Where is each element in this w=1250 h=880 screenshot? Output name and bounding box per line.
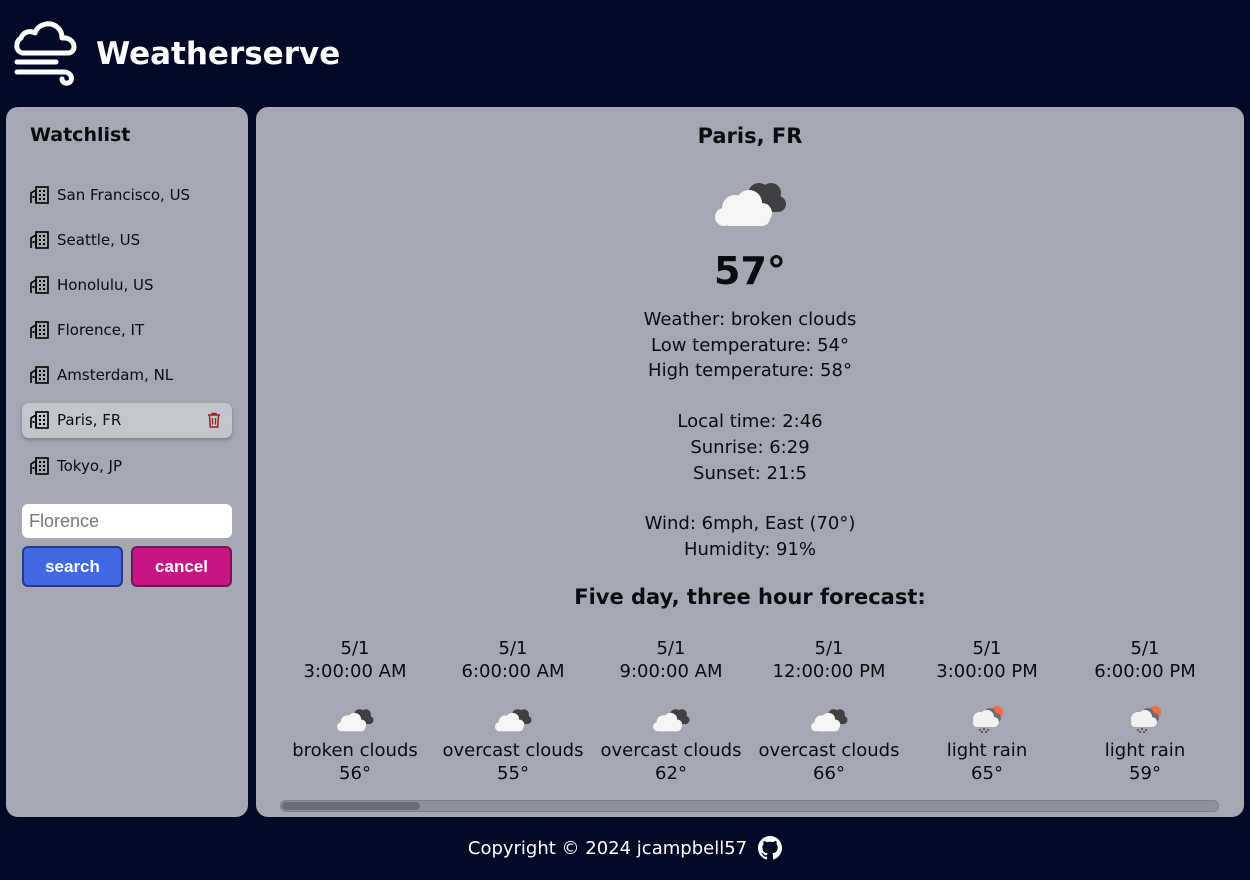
forecast-description: broken clouds xyxy=(292,740,418,761)
local-time: Local time: 2:46 xyxy=(677,411,823,433)
current-city-name: Paris, FR xyxy=(697,124,803,148)
search-button-row: search cancel xyxy=(22,546,232,588)
forecast-item: 5/1 6:00:00 AM overcast clouds 55° xyxy=(434,637,592,787)
watchlist-sidebar: Watchlist San Francisco, US Seattle, US … xyxy=(6,107,248,817)
page-footer: Copyright © 2024 jcampbell57 xyxy=(0,828,1250,868)
forecast-scroll-list[interactable]: 5/1 3:00:00 AM broken clouds 56° 5/1 6:0… xyxy=(276,637,1224,787)
forecast-description: overcast clouds xyxy=(442,740,584,761)
city-icon xyxy=(30,366,49,384)
forecast-time: 3:00:00 AM xyxy=(303,661,407,682)
forecast-time: 6:00:00 AM xyxy=(461,661,565,682)
current-temperature: 57° xyxy=(714,249,786,293)
forecast-title: Five day, three hour forecast: xyxy=(574,584,926,609)
weather-description: Weather: broken clouds xyxy=(643,309,857,330)
app-title: Weatherserve xyxy=(96,35,341,72)
forecast-temperature: 56° xyxy=(339,763,371,784)
watchlist-item-honolulu[interactable]: Honolulu, US xyxy=(22,267,232,302)
city-icon xyxy=(30,457,49,475)
forecast-time: 3:00:00 PM xyxy=(936,661,1038,682)
forecast-item: 5/1 12:00:00 PM overcast clouds 66° xyxy=(750,637,908,787)
github-icon[interactable] xyxy=(758,836,783,860)
watchlist-item-label: San Francisco, US xyxy=(57,185,191,204)
watchlist-item-label: Honolulu, US xyxy=(57,275,154,294)
watchlist-item-florence[interactable]: Florence, IT xyxy=(22,313,232,348)
watchlist-title: Watchlist xyxy=(30,124,131,146)
watchlist-item-label: Amsterdam, NL xyxy=(57,366,174,385)
watchlist: San Francisco, US Seattle, US Honolulu, … xyxy=(22,177,232,483)
forecast-item: 5/1 9:00:00 AM overcast clouds 62° xyxy=(592,637,750,787)
app-header: Weatherserve xyxy=(0,0,1250,107)
forecast-item: 5/1 3:00:00 AM broken clouds 56° xyxy=(276,637,434,787)
city-icon xyxy=(30,186,49,204)
watchlist-item-paris[interactable]: Paris, FR xyxy=(22,402,232,438)
forecast-temperature: 65° xyxy=(971,763,1003,784)
high-temperature: High temperature: 58° xyxy=(648,360,852,382)
watchlist-item-seattle[interactable]: Seattle, US xyxy=(22,222,232,257)
forecast-description: overcast clouds xyxy=(600,740,742,761)
weather-panel: Paris, FR 57° Weather: broken clouds Low… xyxy=(256,107,1244,817)
overcast-clouds-icon xyxy=(810,705,848,733)
low-temperature: Low temperature: 54° xyxy=(651,334,849,356)
watchlist-item-label: Tokyo, JP xyxy=(57,456,123,475)
watchlist-item-label: Seattle, US xyxy=(57,230,141,249)
city-icon xyxy=(30,276,49,294)
forecast-temperature: 66° xyxy=(813,763,845,784)
city-icon xyxy=(30,321,49,339)
forecast-time: 6:00:00 PM xyxy=(1094,661,1196,682)
watchlist-item-label: Florence, IT xyxy=(57,321,145,340)
forecast-time: 12:00:00 PM xyxy=(772,661,886,682)
watchlist-item-label: Paris, FR xyxy=(57,411,122,430)
weather-summary: Weather: broken clouds Low temperature: … xyxy=(256,307,1244,384)
search-button[interactable]: search xyxy=(22,546,123,588)
forecast-date: 5/1 xyxy=(814,638,844,659)
city-search-input[interactable] xyxy=(22,504,232,539)
forecast-item: 5/1 6:00:00 PM light rain 59° xyxy=(1066,637,1224,787)
forecast-description: light rain xyxy=(1104,740,1186,761)
city-icon xyxy=(30,231,49,249)
forecast-item: 5/1 3:00:00 PM light rain 65° xyxy=(908,637,1066,787)
city-icon xyxy=(30,411,49,429)
overcast-clouds-icon xyxy=(494,705,532,733)
forecast-date: 5/1 xyxy=(972,638,1002,659)
forecast-temperature: 59° xyxy=(1129,763,1161,784)
forecast-description: light rain xyxy=(946,740,1028,761)
copyright-text: Copyright © 2024 jcampbell57 xyxy=(467,837,748,859)
forecast-date: 5/1 xyxy=(1130,638,1160,659)
sunrise-time: Sunrise: 6:29 xyxy=(690,436,810,458)
light-rain-icon xyxy=(1126,705,1164,733)
wind-humidity-info: Wind: 6mph, East (70°) Humidity: 91% xyxy=(256,511,1244,562)
time-info: Local time: 2:46 Sunrise: 6:29 Sunset: 2… xyxy=(256,409,1244,486)
forecast-date: 5/1 xyxy=(656,638,686,659)
forecast-scrollbar[interactable] xyxy=(280,800,1219,812)
broken-clouds-icon xyxy=(336,705,374,733)
forecast-temperature: 62° xyxy=(655,763,687,784)
forecast-temperature: 55° xyxy=(497,763,529,784)
light-rain-icon xyxy=(968,705,1006,733)
trash-icon[interactable] xyxy=(207,412,221,428)
humidity-info: Humidity: 91% xyxy=(683,538,817,560)
wind-info: Wind: 6mph, East (70°) xyxy=(644,513,856,535)
cancel-button[interactable]: cancel xyxy=(131,546,232,588)
forecast-description: overcast clouds xyxy=(758,740,900,761)
forecast-time: 9:00:00 AM xyxy=(619,661,723,682)
wind-cloud-logo-icon xyxy=(14,20,77,86)
forecast-scrollbar-thumb[interactable] xyxy=(282,802,420,810)
overcast-clouds-icon xyxy=(652,705,690,733)
watchlist-item-tokyo[interactable]: Tokyo, JP xyxy=(22,448,232,483)
watchlist-item-amsterdam[interactable]: Amsterdam, NL xyxy=(22,358,232,393)
sunset-time: Sunset: 21:5 xyxy=(693,462,807,484)
forecast-date: 5/1 xyxy=(498,638,528,659)
forecast-date: 5/1 xyxy=(340,638,370,659)
watchlist-item-san-francisco[interactable]: San Francisco, US xyxy=(22,177,232,212)
broken-clouds-icon xyxy=(713,176,787,228)
